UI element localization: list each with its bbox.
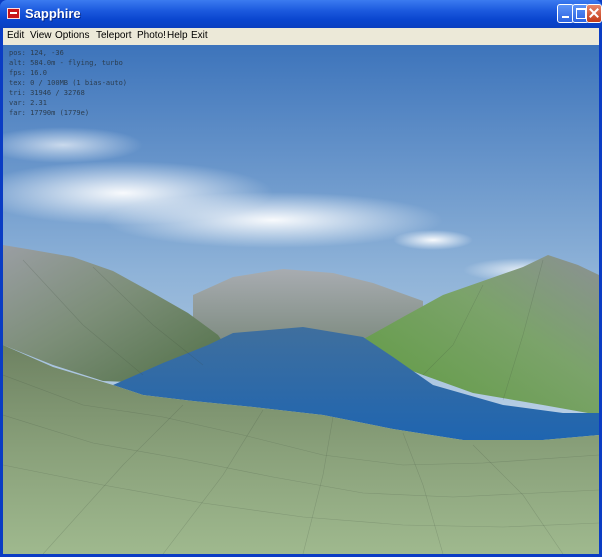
title-bar[interactable]: Sapphire: [0, 0, 602, 28]
app-icon[interactable]: [7, 8, 20, 19]
hud-triangles: tri: 31946 / 32768: [9, 89, 85, 97]
menu-edit[interactable]: Edit: [7, 30, 24, 41]
terrain-render: [3, 45, 599, 554]
hud-far-plane: far: 17790m (1779e): [9, 109, 90, 117]
menu-bar: Edit View Options Teleport Photo! Help E…: [3, 28, 599, 45]
menu-help[interactable]: Help: [167, 30, 188, 41]
hud-variance: var: 2.31: [9, 99, 47, 107]
hud-fps: fps: 16.0: [9, 69, 47, 77]
debug-overlay: pos: 124, -36 alt: 584.0m - flying, turb…: [9, 48, 127, 118]
menu-exit[interactable]: Exit: [191, 30, 208, 41]
menu-view[interactable]: View: [30, 30, 52, 41]
close-button[interactable]: [586, 4, 602, 23]
menu-options[interactable]: Options: [55, 30, 89, 41]
hud-altitude: alt: 584.0m - flying, turbo: [9, 59, 123, 67]
hud-texture: tex: 0 / 100MB (1 bias-auto): [9, 79, 128, 87]
application-window: Sapphire Edit View Options Teleport Phot…: [0, 0, 602, 557]
hud-position: pos: 124, -36: [9, 49, 64, 57]
menu-teleport[interactable]: Teleport: [96, 30, 132, 41]
menu-photo[interactable]: Photo!: [137, 30, 166, 41]
terrain-viewport[interactable]: pos: 124, -36 alt: 584.0m - flying, turb…: [3, 45, 599, 554]
window-title: Sapphire: [25, 6, 81, 21]
